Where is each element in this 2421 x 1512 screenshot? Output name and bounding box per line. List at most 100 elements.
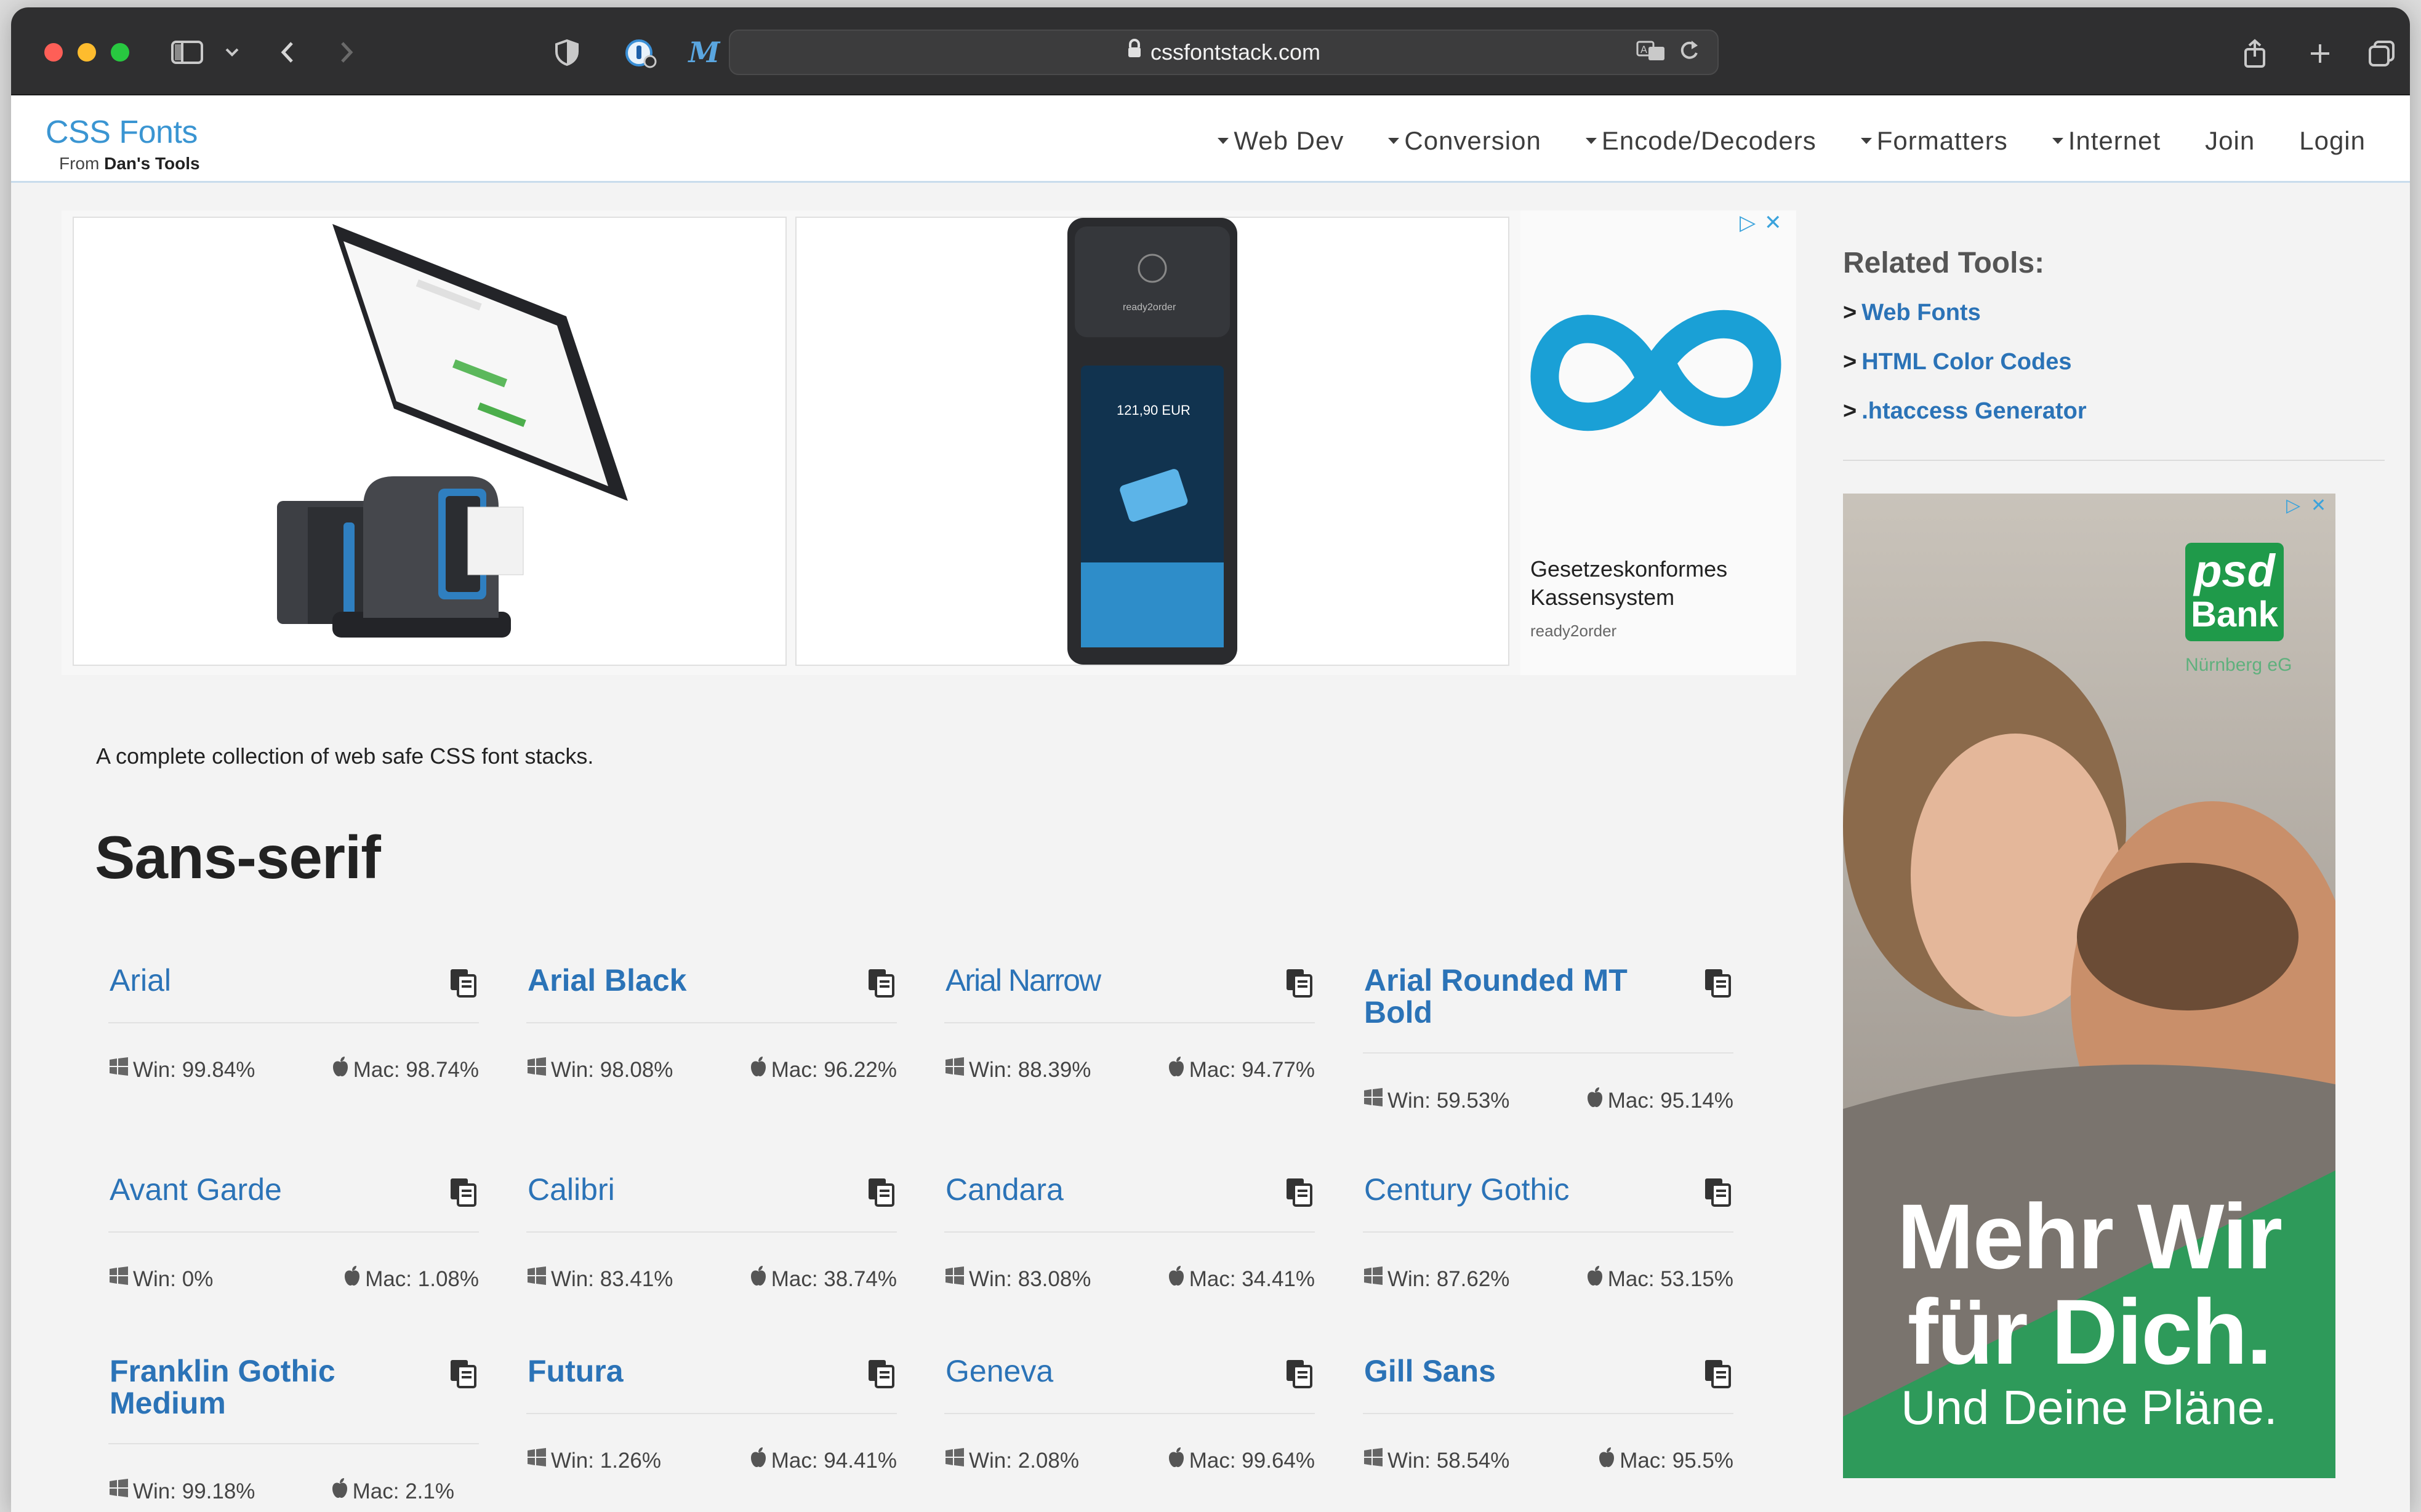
copy-icon[interactable] (447, 1358, 479, 1393)
font-card-arial-narrow: Arial Narrow Win: 88.39% Mac: 94.77% (944, 964, 1315, 1087)
copy-icon[interactable] (865, 1358, 897, 1393)
related-tool-web-fonts[interactable]: > Web Fonts (1843, 297, 2087, 346)
translate-icon[interactable]: A (1635, 37, 1669, 65)
win-stat: Win: 0% (108, 1266, 213, 1292)
sidebar-ad-headline: Mehr Wir für Dich. (1897, 1185, 2282, 1383)
sidebar-ad[interactable]: ▷ ✕ psd Bank Nürnberg eG Mehr Wir für Di… (1843, 494, 2335, 1478)
windows-icon (1363, 1447, 1384, 1473)
site-header: CSS Fonts From Dan's Tools Web Dev Conve… (11, 95, 2410, 183)
font-name-link[interactable]: Calibri (526, 1174, 897, 1206)
copy-icon[interactable] (1283, 1176, 1315, 1211)
forward-arrow-icon[interactable] (334, 38, 362, 66)
font-name-link[interactable]: Arial Rounded MT Bold (1363, 964, 1671, 1028)
copy-icon[interactable] (447, 967, 479, 1002)
font-name-link[interactable]: Arial Narrow (944, 964, 1315, 996)
ad-advertiser[interactable]: ready2order (1530, 622, 1616, 641)
divider (108, 1231, 479, 1233)
font-name-link[interactable]: Avant Garde (108, 1174, 479, 1206)
new-tab-icon[interactable] (2305, 38, 2339, 66)
font-name-link[interactable]: Futura (526, 1355, 897, 1387)
nav-formatters[interactable]: Formatters (1839, 122, 2030, 159)
font-name-link[interactable]: Arial Black (526, 964, 897, 996)
zoom-window-button[interactable] (111, 43, 129, 62)
close-window-button[interactable] (44, 43, 63, 62)
windows-icon (526, 1056, 547, 1082)
divider (526, 1413, 897, 1414)
mac-stat: Mac: 99.64% (1167, 1447, 1315, 1473)
copy-icon[interactable] (865, 967, 897, 1002)
share-icon[interactable] (2239, 38, 2274, 68)
url-text: cssfontstack.com (1150, 39, 1321, 65)
apple-icon (1586, 1265, 1604, 1292)
font-name-link[interactable]: Candara (944, 1174, 1315, 1206)
mac-stat: Mac: 2.1% (331, 1478, 454, 1504)
apple-icon (331, 1056, 350, 1082)
minimize-window-button[interactable] (78, 43, 96, 62)
privacy-shield-icon[interactable] (553, 38, 584, 66)
adchoices-icon[interactable]: ▷ (1740, 210, 1756, 235)
main-nav: Web Dev Conversion Encode/Decoders Forma… (1195, 122, 2388, 159)
mac-stat: Mac: 96.22% (749, 1056, 897, 1082)
apple-icon (1597, 1447, 1616, 1473)
font-name-link[interactable]: Gill Sans (1363, 1355, 1733, 1387)
font-name-link[interactable]: Arial (108, 964, 479, 996)
psd-bank-logo: psd Bank (2185, 543, 2284, 641)
apple-icon (343, 1265, 361, 1292)
ad-close-icon[interactable]: ✕ (1764, 210, 1782, 235)
ad-price-text: 121,90 EUR (1117, 402, 1190, 418)
caret-down-icon (1388, 137, 1400, 144)
reload-icon[interactable] (1677, 37, 1704, 65)
section-title: Sans-serif (95, 823, 381, 891)
win-stat: Win: 83.08% (944, 1265, 1091, 1292)
extension-m-icon[interactable]: M (687, 38, 721, 66)
apple-icon (749, 1265, 768, 1292)
windows-icon (108, 1478, 129, 1504)
nav-encode-decoders[interactable]: Encode/Decoders (1564, 122, 1839, 159)
nav-web-dev[interactable]: Web Dev (1195, 122, 1366, 159)
copy-icon[interactable] (1701, 1176, 1733, 1211)
win-stat: Win: 99.18% (108, 1479, 255, 1504)
sidebar-toggle-icon[interactable] (170, 38, 207, 66)
copy-icon[interactable] (1283, 1358, 1315, 1393)
font-name-link[interactable]: Franklin Gothic Medium (108, 1355, 367, 1419)
apple-icon (749, 1056, 768, 1082)
tab-overview-icon[interactable] (2366, 38, 2401, 66)
address-bar[interactable]: cssfontstack.com A (729, 30, 1719, 75)
nav-internet[interactable]: Internet (2030, 122, 2183, 159)
caret-down-icon (1585, 137, 1597, 144)
browser-window: M cssfontstack.com A CSS Fonts From Dan'… (11, 7, 2410, 1512)
related-tools-list: > Web Fonts > HTML Color Codes > .htaccess … (1843, 297, 2087, 444)
copy-icon[interactable] (447, 1176, 479, 1211)
nav-login[interactable]: Login (2277, 122, 2388, 159)
ad-pos-terminal-image[interactable] (73, 217, 787, 666)
adchoices-icon[interactable]: ▷ (2286, 495, 2300, 516)
nav-conversion[interactable]: Conversion (1366, 122, 1563, 159)
windows-icon (944, 1265, 965, 1292)
ad-payment-terminal-image[interactable]: 121,90 EUR ready2order (795, 217, 1509, 666)
nav-join[interactable]: Join (2183, 122, 2277, 159)
related-tool-htaccess-generator[interactable]: > .htaccess Generator (1843, 395, 2087, 444)
site-logo[interactable]: CSS Fonts (46, 114, 198, 151)
font-name-link[interactable]: Century Gothic (1363, 1174, 1733, 1206)
browser-toolbar: M cssfontstack.com A (11, 7, 2410, 95)
copy-icon[interactable] (1701, 1358, 1733, 1393)
font-name-link[interactable]: Geneva (944, 1355, 1315, 1387)
copy-icon[interactable] (865, 1176, 897, 1211)
ad-banner[interactable]: 121,90 EUR ready2order ▷ ✕ Gesetzeskonfo… (62, 210, 1796, 675)
copy-icon[interactable] (1701, 967, 1733, 1002)
win-stat: Win: 58.54% (1363, 1447, 1509, 1473)
ad-close-icon[interactable]: ✕ (2311, 495, 2326, 516)
copy-icon[interactable] (1283, 967, 1315, 1002)
mac-stat: Mac: 94.77% (1167, 1057, 1315, 1082)
svg-text:A: A (1640, 44, 1647, 55)
chevron-down-icon[interactable] (223, 38, 247, 66)
ad-headline[interactable]: Gesetzeskonformes Kassensystem (1530, 555, 1789, 612)
lock-icon (1127, 30, 1142, 73)
back-arrow-icon[interactable] (276, 38, 304, 66)
password-extension-icon[interactable] (623, 38, 657, 68)
mac-stat: Mac: 98.74% (331, 1056, 479, 1082)
related-tool-html-color-codes[interactable]: > HTML Color Codes (1843, 346, 2087, 395)
font-card-gill-sans: Gill Sans Win: 58.54% Mac: 95.5% (1363, 1355, 1733, 1478)
win-stat: Win: 59.53% (1363, 1088, 1509, 1113)
ad-text-block[interactable]: ▷ ✕ Gesetzeskonformes Kassensystem ready… (1520, 210, 1796, 675)
